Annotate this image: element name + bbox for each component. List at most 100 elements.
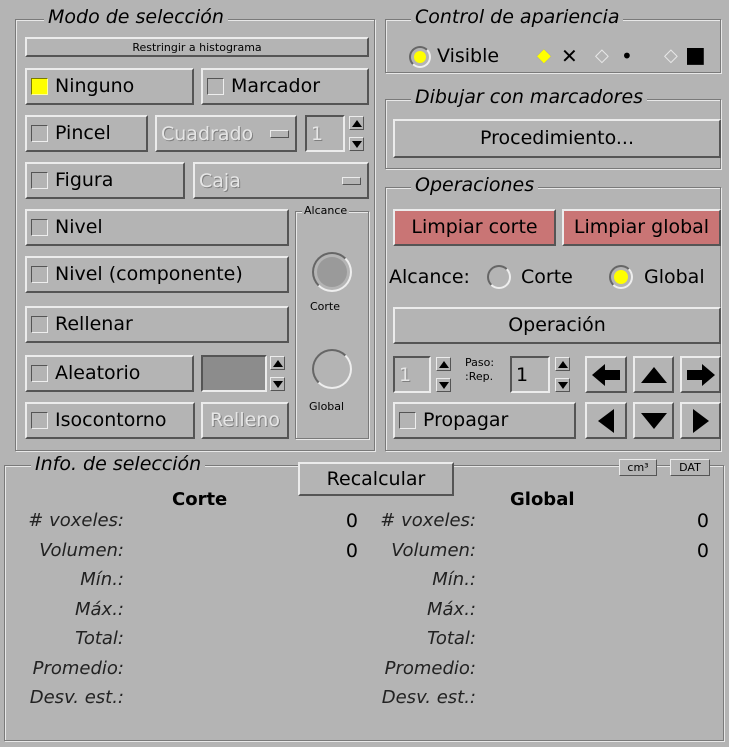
diamond-filled-icon[interactable]: ◆ — [537, 45, 551, 66]
mode-figura-toggle[interactable]: Figura — [25, 162, 185, 199]
mode-nivel-componente-toggle[interactable]: Nivel (componente) — [25, 256, 289, 293]
paso-stepper[interactable] — [555, 357, 570, 392]
global-row-label: Máx.: — [427, 599, 476, 620]
operation-button[interactable]: Operación — [393, 307, 721, 344]
mode-aleatorio-toggle[interactable]: Aleatorio — [25, 355, 194, 392]
corte-row-label: Desv. est.: — [29, 687, 124, 708]
operation-label: Operación — [508, 314, 606, 336]
global-row-label: Desv. est.: — [381, 687, 476, 708]
recalc-button[interactable]: Recalcular — [298, 462, 454, 496]
scope-corte-radio[interactable] — [487, 265, 511, 289]
toggle-indicator — [207, 78, 224, 95]
step-down-button[interactable] — [633, 402, 674, 439]
random-density-field[interactable] — [201, 355, 267, 392]
toggle-indicator — [31, 172, 48, 189]
step-forward-button[interactable] — [680, 402, 721, 439]
scope-label: Alcance: — [389, 266, 470, 288]
mode-ninguno-label: Ninguno — [55, 75, 135, 97]
mode-rellenar-toggle[interactable]: Rellenar — [25, 306, 289, 343]
toggle-indicator — [399, 412, 416, 429]
clear-global-button[interactable]: Limpiar global — [562, 209, 721, 246]
step-up-icon[interactable] — [270, 356, 285, 370]
arrow-left-button[interactable] — [585, 356, 627, 393]
diamond-outline-icon[interactable]: ◇ — [595, 45, 609, 66]
brush-size-stepper[interactable] — [349, 116, 364, 151]
mode-nivel-toggle[interactable]: Nivel — [25, 209, 289, 246]
relleno-button[interactable]: Relleno — [201, 402, 289, 439]
unit-cm3-button[interactable]: cm³ — [619, 459, 657, 476]
mode-ninguno-toggle[interactable]: Ninguno — [25, 68, 194, 105]
global-row-label: # voxeles: — [380, 510, 476, 531]
triangle-right-icon — [692, 408, 709, 433]
scope-global-radio[interactable] — [609, 265, 633, 289]
step-down-icon[interactable] — [349, 137, 364, 151]
step-down-icon[interactable] — [436, 378, 451, 392]
restrict-histogram-label: Restringir a histograma — [132, 40, 262, 54]
global-row-label: Promedio: — [384, 658, 476, 679]
toggle-indicator — [31, 365, 48, 382]
global-row-label: Total: — [427, 628, 476, 649]
marker-style-selector[interactable]: ◆ ✕ ◇ • ◇ ■ — [535, 43, 715, 70]
arrow-right-button[interactable] — [680, 356, 721, 393]
corte-row-label: Volumen: — [39, 540, 124, 561]
figure-shape-value: Caja — [199, 169, 241, 192]
rep-label: :Rep. — [465, 370, 494, 383]
step-down-icon[interactable] — [270, 377, 285, 391]
restrict-histogram-button[interactable]: Restringir a histograma — [25, 37, 369, 57]
draw-markers-title: Dibujar con marcadores — [411, 88, 648, 107]
column-header-global: Global — [510, 489, 575, 510]
unit-dat-button[interactable]: DAT — [670, 459, 710, 476]
paso-input[interactable]: 1 — [510, 356, 550, 393]
mode-aleatorio-label: Aleatorio — [55, 362, 141, 384]
dot-icon[interactable]: • — [621, 44, 633, 68]
step-up-icon[interactable] — [349, 116, 364, 130]
unit-cm3-label: cm³ — [627, 461, 649, 474]
step-up-icon[interactable] — [436, 357, 451, 371]
triangle-down-icon — [640, 412, 667, 429]
visible-radio[interactable] — [409, 46, 431, 68]
mode-isocontorno-toggle[interactable]: Isocontorno — [25, 402, 195, 439]
scope-corte-label: Corte — [521, 266, 573, 288]
mode-pincel-toggle[interactable]: Pincel — [25, 115, 148, 152]
mode-isocontorno-label: Isocontorno — [55, 409, 167, 431]
toggle-indicator — [31, 412, 48, 429]
alcance-global-radio[interactable] — [312, 349, 352, 389]
rep-input[interactable]: 1 — [393, 356, 431, 393]
toggle-indicator — [31, 316, 48, 333]
clear-slice-label: Limpiar corte — [411, 216, 538, 238]
toggle-indicator — [31, 219, 48, 236]
step-up-icon[interactable] — [555, 357, 570, 371]
random-density-stepper[interactable] — [270, 356, 285, 391]
triangle-left-icon — [598, 408, 614, 433]
step-down-icon[interactable] — [555, 378, 570, 392]
mode-marcador-toggle[interactable]: Marcador — [201, 68, 369, 105]
corte-row-value: 0 — [345, 540, 358, 562]
step-back-button[interactable] — [585, 402, 627, 439]
dropdown-indicator-icon — [270, 129, 289, 138]
figure-shape-select[interactable]: Caja — [193, 162, 369, 199]
rep-stepper[interactable] — [436, 357, 451, 392]
clear-global-label: Limpiar global — [573, 216, 710, 238]
global-row-value: 0 — [696, 540, 709, 562]
alcance-corte-label: Corte — [310, 300, 341, 313]
procedure-button[interactable]: Procedimiento... — [393, 119, 721, 158]
paso-label: Paso: — [465, 356, 495, 369]
alcance-corte-radio[interactable] — [312, 252, 352, 292]
selection-info-title: Info. de selección — [31, 455, 206, 474]
square-filled-icon[interactable]: ■ — [685, 43, 706, 68]
diamond-outline-icon-2[interactable]: ◇ — [664, 45, 678, 66]
rep-value: 1 — [399, 363, 412, 386]
propagar-toggle[interactable]: Propagar — [393, 402, 576, 439]
alcance-global-label: Global — [309, 400, 345, 413]
corte-row-label: Máx.: — [75, 599, 124, 620]
dropdown-indicator-icon — [342, 176, 361, 185]
corte-row-label: # voxeles: — [28, 510, 124, 531]
arrow-up-button[interactable] — [633, 356, 674, 393]
toggle-indicator — [31, 78, 48, 95]
brush-shape-select[interactable]: Cuadrado — [155, 115, 297, 152]
cross-icon[interactable]: ✕ — [561, 44, 578, 68]
clear-slice-button[interactable]: Limpiar corte — [393, 209, 556, 246]
triangle-up-icon — [640, 366, 667, 383]
brush-size-input[interactable]: 1 — [305, 115, 345, 152]
selection-mode-title: Modo de selección — [44, 8, 228, 27]
